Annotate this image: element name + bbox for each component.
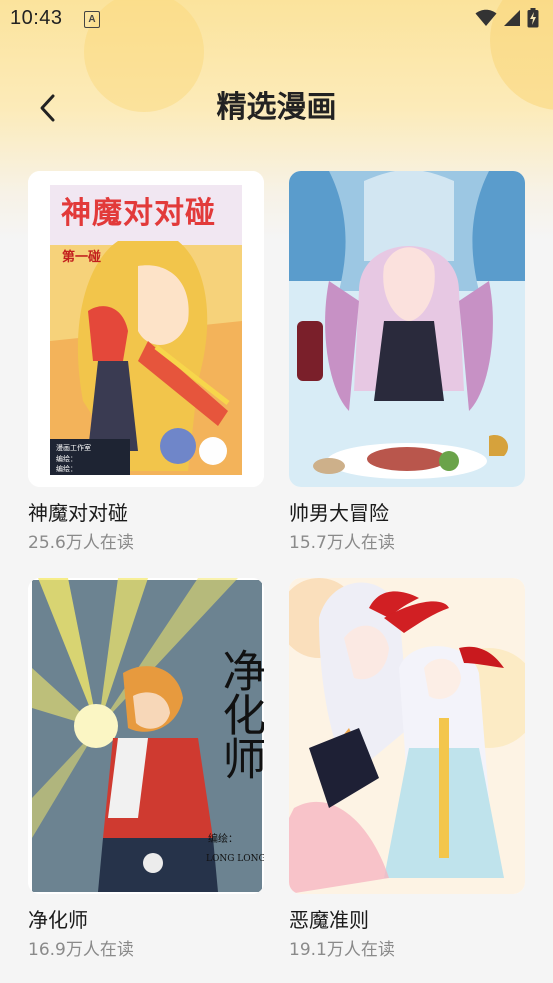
cover-credit: 编绘： [208,832,238,845]
comic-card[interactable]: 恶魔准则 19.1万人在读 [289,578,525,968]
cover-series-title: 净化师 [215,648,265,780]
a-icon: A [84,11,100,28]
chevron-left-icon [40,94,55,122]
comic-cover[interactable]: 神魔对对碰 第一碰 漫画工作室 编绘： 编绘： [28,171,264,487]
status-bar: 10:43 A [0,0,553,38]
comic-cover[interactable] [289,578,525,894]
cover-author: LONG LONG [206,854,264,864]
comic-card[interactable]: 帅男大冒险 15.7万人在读 [289,171,525,561]
cell-signal-icon [504,10,520,26]
status-time: 10:43 [10,7,63,29]
cover-credit: 编绘： [56,464,77,473]
battery-charging-icon [527,8,539,28]
back-button[interactable] [28,86,68,130]
comic-title: 神魔对对碰 [28,501,128,525]
cover-illustration [289,578,525,894]
comic-title: 恶魔准则 [289,908,369,932]
cover-studio: 漫画工作室 [56,443,91,452]
cover-illustration: 净化师 编绘： LONG LONG [28,578,264,894]
comic-readers: 25.6万人在读 [28,533,134,553]
comic-cover[interactable] [289,171,525,487]
status-icons [475,8,539,28]
cover-chapter: 第一碰 [62,249,101,265]
cover-credit: 编绘： [56,454,77,463]
cover-illustration [289,171,525,487]
comic-readers: 16.9万人在读 [28,940,134,960]
page-title: 精选漫画 [216,90,337,125]
comic-cover[interactable]: 净化师 编绘： LONG LONG [28,578,264,894]
comic-title: 净化师 [28,908,88,932]
wifi-icon [475,9,497,26]
comic-card[interactable]: 净化师 编绘： LONG LONG 净化师 16.9万人在读 [28,578,264,968]
comic-readers: 19.1万人在读 [289,940,395,960]
cover-illustration: 神魔对对碰 第一碰 漫画工作室 编绘： 编绘： [28,171,264,487]
cover-series-title: 神魔对对碰 [61,196,216,231]
comic-readers: 15.7万人在读 [289,533,395,553]
comic-card[interactable]: 神魔对对碰 第一碰 漫画工作室 编绘： 编绘： 神魔对对碰 25.6万人在读 [28,171,264,561]
comic-title: 帅男大冒险 [289,501,389,525]
